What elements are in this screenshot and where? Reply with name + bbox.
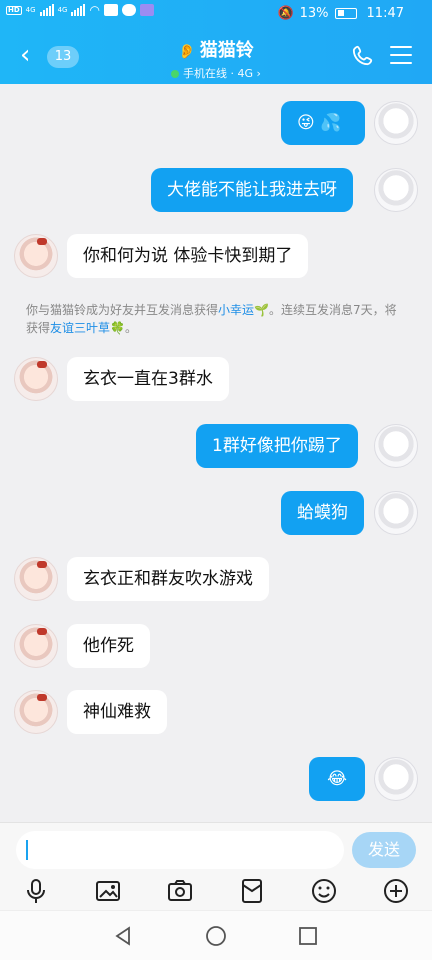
input-bar: 发送 (0, 822, 432, 910)
signal-icon (39, 4, 54, 16)
bow-icon (37, 561, 47, 568)
bow-icon (37, 238, 47, 245)
notice-text: 你与猫猫铃成为好友并互发消息获得 (26, 303, 219, 317)
picture-icon[interactable] (94, 877, 122, 905)
home-circle-icon[interactable] (205, 925, 227, 947)
menu-icon[interactable] (390, 46, 412, 64)
wechat-app-icon (121, 4, 136, 16)
sprout-icon: 🌱 (254, 303, 269, 317)
back-triangle-icon[interactable] (112, 925, 134, 947)
app-icon (139, 4, 154, 16)
recents-square-icon[interactable] (297, 925, 319, 947)
message-bubble[interactable]: 😂 (309, 757, 365, 801)
input-toolbar (0, 875, 432, 911)
phone-call-icon[interactable] (352, 44, 374, 66)
clover-icon: 🍀 (110, 321, 125, 335)
text-caret (26, 840, 28, 860)
message-bubble[interactable]: 😜 💦 (281, 101, 365, 145)
bow-icon (37, 694, 47, 701)
network-label-2: 4G (57, 6, 68, 14)
ear-icon: 👂 (178, 44, 196, 60)
contact-avatar[interactable] (14, 357, 58, 401)
bow-icon (37, 628, 47, 635)
contact-avatar[interactable] (14, 690, 58, 734)
contact-avatar[interactable] (14, 234, 58, 278)
top-bar: HD 4G 4G ◠ 🔕 13% 11:47 ‹ 13 👂 猫猫铃 手机在线 · … (0, 0, 432, 84)
message-bubble[interactable]: 1群好像把你踢了 (196, 424, 358, 468)
message-bubble[interactable]: 玄衣一直在3群水 (67, 357, 229, 401)
emoji-icon[interactable] (310, 877, 338, 905)
my-avatar[interactable] (374, 491, 418, 535)
chat-title-text: 猫猫铃 (199, 40, 254, 61)
mail-app-icon (103, 4, 118, 16)
message-input[interactable] (16, 831, 344, 869)
message-bubble[interactable]: 他作死 (67, 624, 150, 668)
online-status-text: 手机在线 · 4G (183, 67, 254, 80)
my-avatar[interactable] (374, 424, 418, 468)
notice-text: 。 (124, 321, 137, 335)
my-avatar[interactable] (374, 168, 418, 212)
message-bubble[interactable]: 你和何为说 体验卡快到期了 (67, 234, 309, 278)
red-packet-icon[interactable] (238, 877, 266, 905)
lucky-link[interactable]: 小幸运 (218, 303, 254, 317)
plus-icon[interactable] (382, 877, 410, 905)
clover-link[interactable]: 友谊三叶草 (50, 321, 110, 335)
message-bubble[interactable]: 大佬能不能让我进去呀 (151, 168, 353, 212)
message-bubble[interactable]: 蛤蟆狗 (281, 491, 364, 535)
hd-badge: HD (6, 5, 22, 15)
system-nav-bar (0, 910, 432, 960)
contact-avatar[interactable] (14, 624, 58, 668)
send-button[interactable]: 发送 (352, 832, 416, 868)
camera-icon[interactable] (166, 877, 194, 905)
message-bubble[interactable]: 神仙难救 (67, 690, 167, 734)
network-label: 4G (25, 6, 36, 14)
battery-percent: 13% (299, 6, 329, 21)
battery-icon (334, 8, 357, 19)
online-dot-icon (171, 70, 180, 78)
message-bubble[interactable]: 玄衣正和群友吹水游戏 (67, 557, 269, 601)
signal-icon-2 (71, 4, 86, 16)
status-bar: HD 4G 4G ◠ 🔕 13% 11:47 (0, 0, 432, 30)
bow-icon (37, 361, 47, 368)
chat-header: ‹ 13 👂 猫猫铃 手机在线 · 4G › (0, 30, 432, 84)
chevron-right-icon: › (256, 67, 261, 80)
wifi-icon: ◠ (89, 3, 100, 17)
contact-avatar[interactable] (14, 557, 58, 601)
my-avatar[interactable] (374, 757, 418, 801)
clock: 11:47 (366, 6, 404, 21)
online-status[interactable]: 手机在线 · 4G › (0, 65, 432, 81)
system-notice: 你与猫猫铃成为好友并互发消息获得小幸运🌱。连续互发消息7天，将获得友谊三叶草🍀。 (26, 301, 406, 337)
mute-icon: 🔕 (277, 6, 294, 21)
my-avatar[interactable] (374, 101, 418, 145)
mic-icon[interactable] (22, 877, 50, 905)
